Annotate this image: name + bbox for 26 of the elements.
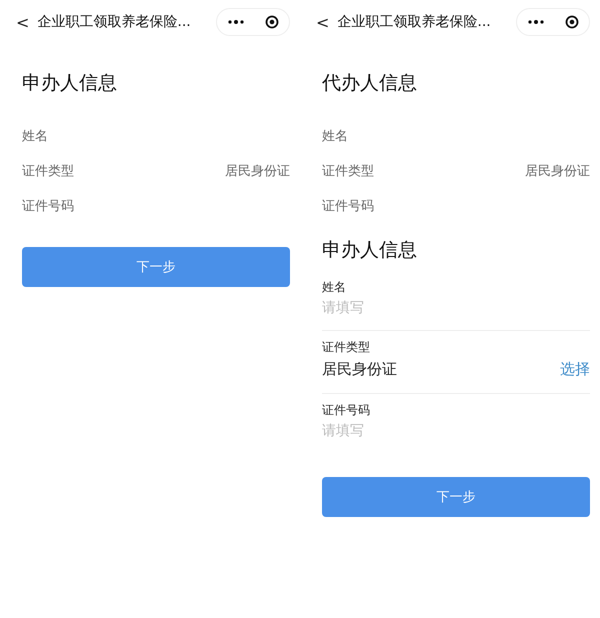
field-label: 证件类型 [322, 339, 371, 356]
more-icon[interactable] [228, 20, 244, 24]
field-label: 证件类型 [22, 162, 74, 180]
field-label: 证件号码 [322, 198, 374, 214]
field-label: 证件类型 [322, 162, 374, 180]
record-icon[interactable] [264, 15, 278, 29]
field-label: 姓名 [322, 128, 348, 144]
back-button[interactable]: < [16, 12, 38, 32]
field-value: 居民身份证 [225, 162, 290, 180]
page-title: 企业职工领取养老保险... [37, 13, 192, 31]
next-button[interactable]: 下一步 [22, 247, 290, 287]
section-title: 申办人信息 [322, 238, 418, 263]
field-label: 姓名 [22, 128, 48, 144]
select-link[interactable]: 选择 [560, 360, 590, 379]
next-button[interactable]: 下一步 [322, 477, 590, 517]
section-title: 代办人信息 [322, 71, 418, 96]
field-label: 证件号码 [22, 198, 74, 214]
back-button[interactable]: < [316, 12, 338, 32]
record-icon[interactable] [564, 15, 578, 29]
field-value: 居民身份证 [322, 360, 397, 379]
field-label: 姓名 [322, 279, 347, 296]
section-title: 申办人信息 [22, 71, 118, 96]
field-label: 证件号码 [322, 402, 371, 419]
page-title: 企业职工领取养老保险... [337, 13, 492, 31]
field-value: 居民身份证 [525, 162, 590, 180]
more-icon[interactable] [528, 20, 544, 24]
